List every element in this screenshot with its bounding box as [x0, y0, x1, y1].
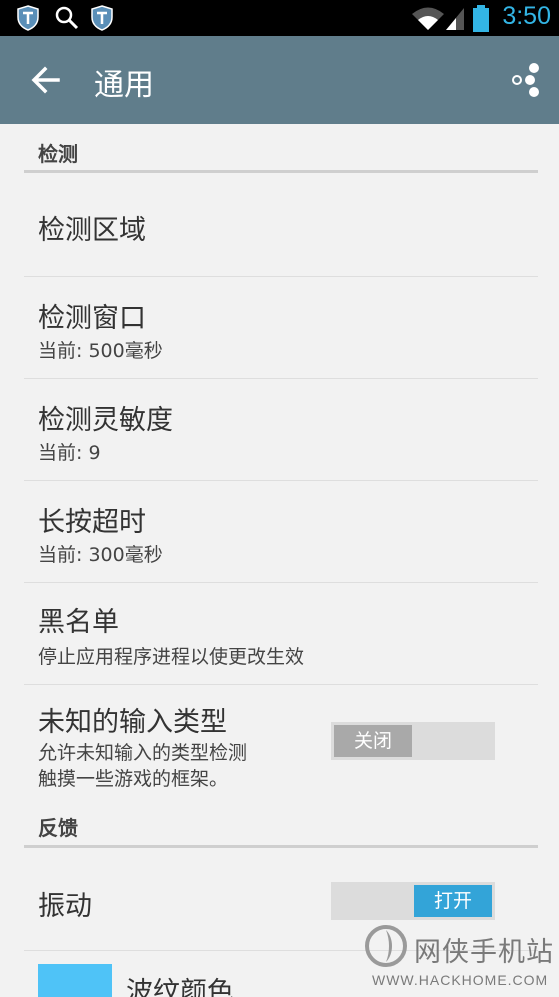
- section-header-feedback: 反馈: [38, 816, 78, 840]
- pref-summary: 当前: 500毫秒: [38, 340, 163, 362]
- search-icon: [55, 6, 79, 30]
- battery-icon: [473, 5, 489, 32]
- pref-title: 检测窗口: [38, 303, 146, 334]
- pref-title: 振动: [38, 891, 92, 922]
- vibration-toggle[interactable]: 打开: [331, 882, 495, 920]
- divider: [24, 276, 538, 277]
- pref-summary: 当前: 300毫秒: [38, 544, 163, 566]
- page-title: 通用: [94, 68, 154, 103]
- toggle-thumb: 关闭: [334, 725, 412, 757]
- back-arrow-icon[interactable]: [28, 62, 64, 98]
- pref-title: 波纹颜色: [126, 977, 234, 997]
- pref-summary: 允许未知输入的类型检测: [38, 742, 248, 764]
- watermark-name: 网侠手机站: [414, 937, 554, 968]
- overflow-menu-icon[interactable]: [508, 60, 542, 100]
- pref-title: 检测灵敏度: [38, 405, 173, 436]
- toggle-thumb: 打开: [414, 885, 492, 917]
- unknown-input-toggle[interactable]: 关闭: [331, 722, 495, 760]
- status-bar: 3:50: [0, 0, 559, 36]
- divider: [24, 378, 538, 379]
- watermark-url: WWW.HACKHOME.COM: [372, 972, 549, 988]
- pref-summary: 当前: 9: [38, 442, 101, 464]
- ripple-color-swatch: [38, 964, 112, 997]
- pref-title: 黑名单: [38, 607, 119, 638]
- divider: [24, 480, 538, 481]
- clock-time: 3:50: [502, 2, 551, 30]
- signal-icon: [446, 8, 464, 30]
- shield-app-icon: [17, 5, 39, 31]
- pref-title: 未知的输入类型: [38, 707, 227, 738]
- pref-title: 长按超时: [38, 507, 146, 538]
- pref-title: 检测区域: [38, 215, 146, 246]
- section-header-detection: 检测: [38, 142, 78, 166]
- section-divider: [24, 170, 538, 173]
- pref-summary: 停止应用程序进程以使更改生效: [38, 646, 305, 668]
- pref-summary: 触摸一些游戏的框架。: [38, 768, 229, 790]
- section-divider: [24, 845, 538, 848]
- divider: [24, 582, 538, 583]
- watermark-logo-icon: [365, 925, 407, 967]
- divider: [24, 684, 538, 685]
- action-bar: 通用: [0, 36, 559, 124]
- shield-app-icon-2: [91, 5, 113, 31]
- wifi-icon: [412, 7, 444, 30]
